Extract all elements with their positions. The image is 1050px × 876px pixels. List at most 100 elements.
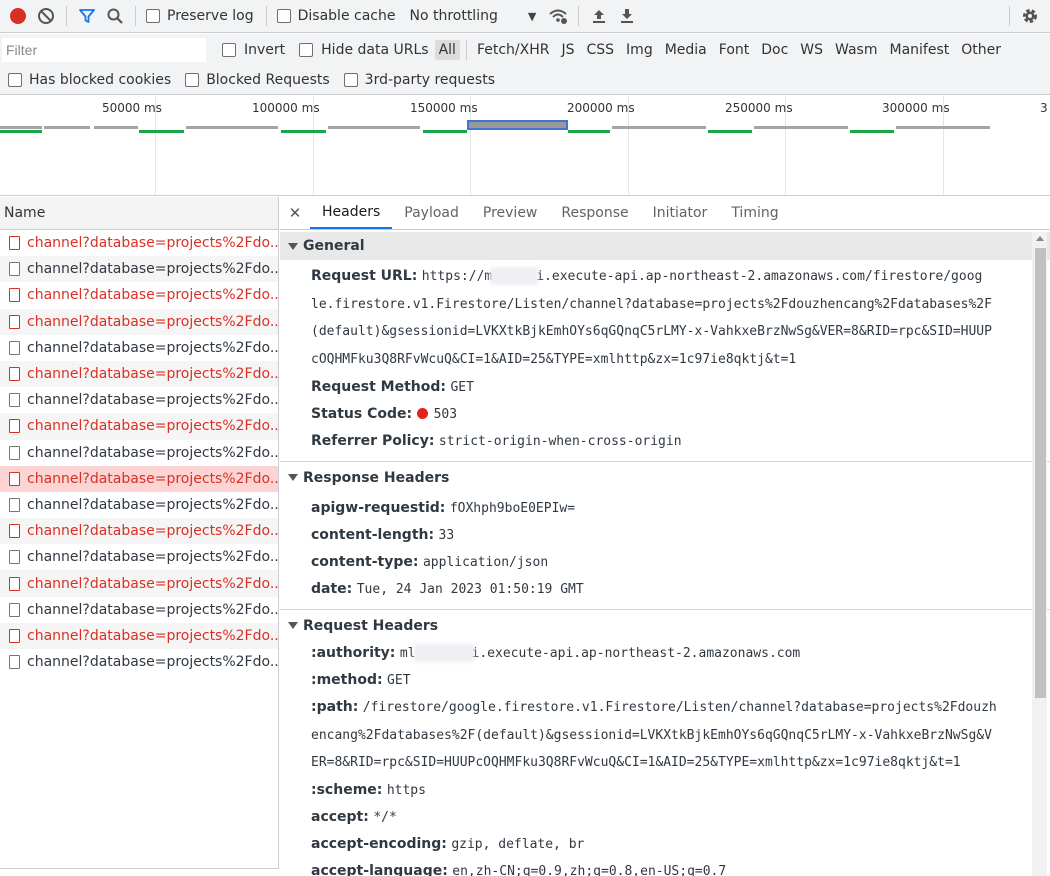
request-row[interactable]: channel?database=projects%2Fdo... [0,360,278,388]
type-filter-doc[interactable]: Doc [757,40,792,60]
type-filter-js[interactable]: JS [557,40,578,60]
tab-initiator[interactable]: Initiator [641,197,720,229]
filter-icon[interactable] [73,2,101,30]
request-url-line: le.firestore.v1.Firestore/Listen/channel… [311,296,992,312]
overview-bar [281,130,326,133]
request-row[interactable]: channel?database=projects%2Fdo... [0,544,278,570]
request-row[interactable]: channel?database=projects%2Fdo... [0,570,278,597]
request-row[interactable]: channel?database=projects%2Fdo... [0,256,278,283]
scroll-up-icon[interactable] [1036,236,1044,241]
request-headers-header[interactable]: Request Headers [280,612,1050,640]
request-name: channel?database=projects%2Fdo... [27,601,278,618]
hide-data-urls-checkbox[interactable]: Hide data URLs [299,42,429,58]
blocked-requests-checkbox[interactable]: Blocked Requests [185,72,330,88]
network-conditions-icon[interactable] [544,2,572,30]
details-scrollbar[interactable] [1032,232,1047,876]
gear-icon[interactable] [1016,2,1044,30]
resource-type-filters: All Fetch/XHR JS CSS Img Media Font Doc WS Wasm Ma… [434,39,1009,60]
referrer-policy-key: Referrer Policy: [311,432,435,449]
has-blocked-cookies-box[interactable] [8,72,22,87]
request-row[interactable]: channel?database=projects%2Fdo... [0,282,278,308]
request-row[interactable]: channel?database=projects%2Fdo... [0,413,278,440]
record-stop-icon[interactable] [4,2,32,30]
hide-data-urls-box[interactable] [299,42,314,57]
type-filter-font[interactable]: Font [715,40,753,60]
response-headers-header[interactable]: Response Headers [280,464,1050,492]
type-filter-wasm[interactable]: Wasm [831,40,881,60]
export-har-icon[interactable] [613,2,641,30]
tab-preview[interactable]: Preview [471,197,550,229]
request-row[interactable]: channel?database=projects%2Fdo... [0,465,278,492]
method-value: GET [387,672,411,688]
scrollbar-thumb[interactable] [1035,248,1046,698]
response-headers-list: apigw-requestid: fOXhph9boE0EPIw= content… [280,495,1050,603]
type-filter-fetch-xhr[interactable]: Fetch/XHR [473,40,554,60]
tab-headers[interactable]: Headers [310,197,393,229]
tab-timing[interactable]: Timing [719,197,790,229]
scheme-key: :scheme: [311,781,383,798]
document-icon [9,367,20,382]
details-tabs: ✕ Headers Payload Preview Response Initiator… [280,197,1050,230]
authority-suffix: i.execute-api.ap-northeast-2.amazonaws.c… [471,645,801,661]
tab-payload[interactable]: Payload [392,197,471,229]
filter-input[interactable] [2,37,206,62]
close-icon[interactable]: ✕ [280,197,310,229]
preserve-log-box[interactable] [146,9,160,23]
blocked-requests-box[interactable] [185,72,200,87]
type-filter-all[interactable]: All [434,39,460,60]
request-row[interactable]: channel?database=projects%2Fdo... [0,335,278,361]
request-name: channel?database=projects%2Fdo... [27,287,278,304]
type-filter-ws[interactable]: WS [796,40,827,60]
type-filter-img[interactable]: Img [622,40,657,60]
document-icon [9,314,20,329]
request-row[interactable]: channel?database=projects%2Fdo... [0,622,278,649]
invert-checkbox[interactable]: Invert [222,42,285,58]
timeline-overview[interactable]: 50000 ms 100000 ms 150000 ms 200000 ms 2… [0,96,1050,196]
request-name: channel?database=projects%2Fdo... [27,392,278,409]
response-header-row: apigw-requestid: fOXhph9boE0EPIw= [280,495,1050,522]
request-row[interactable]: channel?database=projects%2Fdo... [0,230,278,256]
download-icon-svg [621,9,634,23]
toolbar-divider [578,6,580,26]
request-name: channel?database=projects%2Fdo... [27,654,278,671]
type-filter-css[interactable]: CSS [582,40,618,60]
clear-icon[interactable] [32,2,60,30]
has-blocked-cookies-checkbox[interactable]: Has blocked cookies [8,72,171,88]
name-column-header[interactable]: Name [0,197,278,230]
response-header-key: content-type: [311,553,419,570]
collapse-triangle-icon [288,622,298,630]
request-row[interactable]: channel?database=projects%2Fdo... [0,440,278,466]
type-filter-media[interactable]: Media [661,40,711,60]
type-filter-other[interactable]: Other [957,40,1005,60]
overview-bar [568,130,610,133]
request-rows: channel?database=projects%2Fdo... channel… [0,230,278,675]
overview-tick-label: 100000 ms [252,101,320,115]
disable-cache-box[interactable] [276,9,291,23]
general-section-header[interactable]: General [280,232,1050,260]
third-party-box[interactable] [343,72,358,87]
wifi-gear-svg [549,9,568,24]
request-row[interactable]: channel?database=projects%2Fdo... [0,649,278,675]
authority-row: :authority: ml i.execute-api.ap-northeast… [280,640,1050,667]
invert-box[interactable] [222,42,236,57]
overview-bar [423,130,467,133]
throttling-select[interactable]: No throttling ▼ [409,8,536,24]
throttling-value: No throttling [409,8,498,24]
request-row[interactable]: channel?database=projects%2Fdo... [0,518,278,545]
accept-encoding-value: gzip, deflate, br [451,836,585,852]
method-row: :method: GET [280,667,1050,694]
tab-response[interactable]: Response [549,197,640,229]
preserve-log-checkbox[interactable]: Preserve log [146,8,254,24]
request-name: channel?database=projects%2Fdo... [27,470,278,487]
request-row[interactable]: channel?database=projects%2Fdo... [0,597,278,623]
import-har-icon[interactable] [585,2,613,30]
third-party-checkbox[interactable]: 3rd-party requests [343,72,495,88]
disable-cache-checkbox[interactable]: Disable cache [276,8,395,24]
type-filter-manifest[interactable]: Manifest [886,40,954,60]
request-row[interactable]: channel?database=projects%2Fdo... [0,492,278,518]
search-icon[interactable] [101,2,129,30]
document-icon [9,445,20,460]
request-row[interactable]: channel?database=projects%2Fdo... [0,308,278,335]
overview-bar [754,126,848,129]
request-row[interactable]: channel?database=projects%2Fdo... [0,387,278,413]
